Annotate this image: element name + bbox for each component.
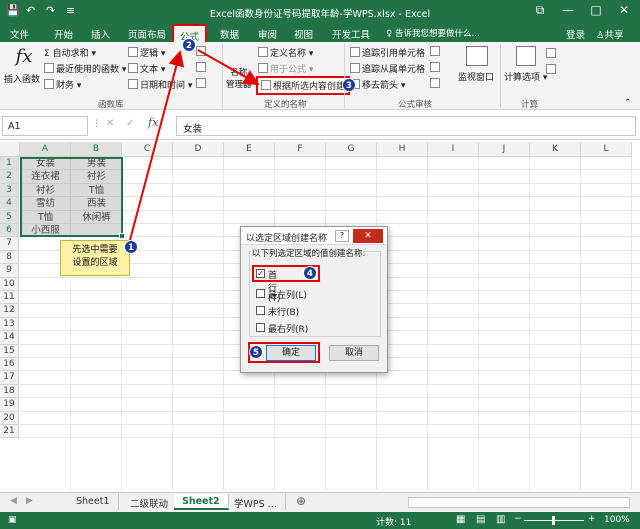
step-badge-1: 1: [124, 240, 138, 254]
arrow-to-formulas-tab: [129, 50, 185, 241]
dialog-close-icon[interactable]: ✕: [353, 229, 383, 243]
create-names-dialog: 以选定区域创建名称 ? ✕ 以下列选定区域的值创建名称: ✓ 首行(T) 最左列(…: [240, 226, 388, 373]
zoom-slider-thumb[interactable]: [552, 516, 555, 525]
add-sheet-icon[interactable]: ⊕: [296, 494, 306, 508]
zoom-in-icon[interactable]: +: [588, 514, 596, 524]
step-badge-5: 5: [249, 345, 263, 359]
step-badge-4: 4: [303, 266, 317, 280]
cancel-button[interactable]: 取消: [329, 345, 379, 361]
sheet-tab-sheet1[interactable]: Sheet1: [68, 494, 119, 510]
normal-view-icon[interactable]: ▦: [456, 514, 465, 525]
step-badge-2: 2: [182, 38, 196, 52]
macro-record-icon[interactable]: ▣: [8, 515, 17, 525]
ok-button[interactable]: 确定: [266, 345, 316, 361]
instruction-callout: 先选中需要 设置的区域: [60, 240, 130, 276]
page-layout-icon[interactable]: ▤: [476, 514, 485, 525]
sheet-tab-linkage[interactable]: 二级联动: [122, 494, 178, 510]
zoom-out-icon[interactable]: −: [514, 514, 522, 524]
horizontal-scrollbar[interactable]: [408, 497, 630, 508]
next-sheet-icon[interactable]: ▶: [26, 496, 33, 506]
sheet-tab-sheet2[interactable]: Sheet2: [174, 494, 229, 510]
group-label: 以下列选定区域的值创建名称:: [251, 247, 367, 259]
page-break-icon[interactable]: ▥: [496, 514, 505, 525]
arrow-to-create-button: [197, 49, 260, 85]
dialog-title: 以选定区域创建名称: [246, 234, 328, 244]
checkbox-icon[interactable]: [256, 306, 265, 315]
step-badge-3: 3: [342, 78, 356, 92]
checkbox-icon[interactable]: [256, 323, 265, 332]
sheet-tab-wps[interactable]: 学WPS ...: [226, 494, 286, 510]
prev-sheet-icon[interactable]: ◀: [10, 496, 17, 506]
zoom-level[interactable]: 100%: [604, 515, 630, 525]
checkbox-checked-icon[interactable]: ✓: [256, 269, 265, 278]
checkbox-icon[interactable]: [256, 289, 265, 298]
help-icon[interactable]: ?: [335, 230, 349, 242]
status-count: 计数: 11: [376, 518, 412, 528]
status-bar: ▣ 计数: 11 ▦ ▤ ▥ − + 100%: [0, 512, 640, 529]
